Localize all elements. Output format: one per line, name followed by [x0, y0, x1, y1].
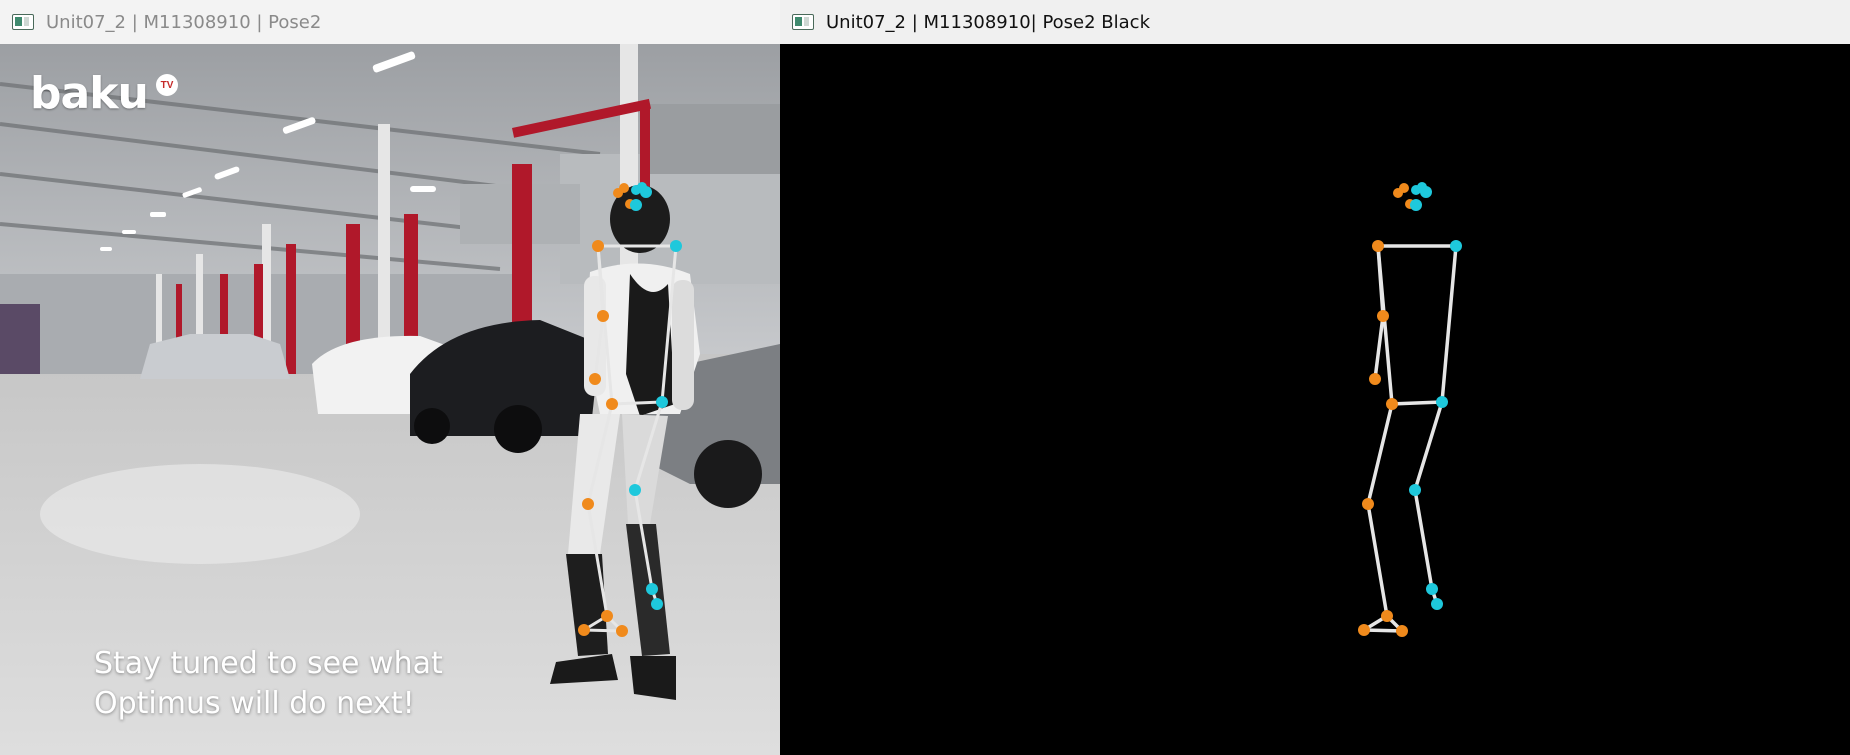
baku-logo: baku [30, 68, 149, 119]
pose-keypoints-black [1358, 182, 1462, 637]
video-window-title: Unit07_2 | M11308910 | Pose2 [46, 11, 322, 33]
caption-line-2: Optimus will do next! [94, 686, 415, 721]
caption-line-1: Stay tuned to see what [94, 646, 443, 681]
app-window-icon [12, 14, 34, 30]
pose-black-window: Unit07_2 | M11308910| Pose2 Black [780, 0, 1850, 755]
tv-badge: TV [156, 74, 178, 96]
pose-black-window-titlebar[interactable]: Unit07_2 | M11308910| Pose2 Black [780, 0, 1850, 45]
video-window: Unit07_2 | M11308910 | Pose2 baku TV Sta… [0, 0, 780, 755]
video-caption: Stay tuned to see what Optimus will do n… [94, 644, 443, 724]
pose-black-window-title: Unit07_2 | M11308910| Pose2 Black [826, 11, 1150, 33]
video-frame: baku TV Stay tuned to see what Optimus w… [0, 44, 780, 755]
pose-skeleton [1358, 182, 1462, 637]
video-window-titlebar[interactable]: Unit07_2 | M11308910 | Pose2 [0, 0, 780, 45]
app-window-icon [792, 14, 814, 30]
pose-canvas [780, 44, 1850, 755]
